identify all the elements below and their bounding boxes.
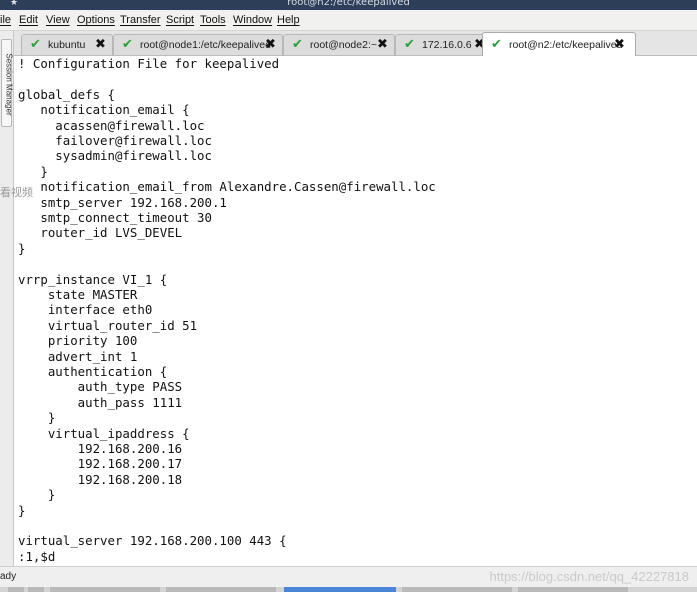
terminal-line: advert_int 1 (18, 348, 138, 364)
tab-node1[interactable]: ✔ root@node1:/etc/keepalived ✖ (113, 34, 283, 55)
menu-edit[interactable]: Edit (19, 14, 38, 26)
connected-check-icon: ✔ (491, 36, 502, 51)
terminal-line: 192.168.200.17 (18, 456, 183, 472)
tab-kubuntu[interactable]: ✔ kubuntu ✖ (21, 34, 113, 55)
session-manager-tab[interactable]: Session Manager (1, 39, 14, 127)
tab-label: root@node1:/etc/keepalived (140, 39, 271, 51)
terminal-line: } (18, 502, 26, 518)
terminal-line: sysadmin@firewall.loc (18, 148, 212, 164)
terminal-line: notification_email_from Alexandre.Cassen… (18, 179, 436, 195)
session-manager-label: Session Manager (4, 53, 14, 116)
tab-label: 172.16.0.6 (422, 39, 472, 51)
taskbar-item[interactable] (8, 587, 24, 592)
terminal-line: vrrp_instance VI_1 { (18, 271, 168, 287)
terminal-line: notification_email { (18, 102, 190, 118)
terminal-line: state MASTER (18, 287, 138, 302)
taskbar-item[interactable] (166, 587, 276, 592)
watermark: https://blog.csdn.net/qq_42227818 (489, 569, 690, 584)
connected-check-icon: ✔ (122, 36, 133, 51)
tab-label: kubuntu (48, 39, 86, 51)
taskbar-item[interactable] (28, 587, 44, 592)
terminal-line: } (18, 240, 26, 256)
close-tab-icon[interactable]: ✖ (265, 36, 276, 52)
taskbar-item[interactable] (518, 587, 628, 592)
terminal-line: 192.168.200.16 (18, 441, 183, 456)
terminal-line: smtp_connect_timeout 30 (18, 210, 212, 225)
taskbar-item[interactable] (402, 587, 512, 592)
menu-help[interactable]: Help (277, 14, 300, 26)
menu-window[interactable]: Window (233, 14, 272, 26)
tab-n2-active[interactable]: ✔ root@n2:/etc/keepalived ✖ (482, 32, 636, 56)
tab-label: root@n2:/etc/keepalived (509, 39, 623, 51)
terminal-line: } (18, 410, 56, 426)
terminal-line: authentication { (18, 364, 168, 379)
terminal-line: :1,$d (18, 548, 56, 564)
terminal-line: ! Configuration File for keepalived (18, 56, 280, 71)
terminal-line: router_id LVS_DEVEL (18, 225, 183, 241)
close-tab-icon[interactable]: ✖ (377, 36, 388, 52)
tab-172-16-0-6[interactable]: ✔ 172.16.0.6 ✖ (395, 34, 492, 55)
terminal-line: interface eth0 (18, 302, 153, 318)
terminal-line: priority 100 (18, 333, 138, 349)
terminal-line: virtual_router_id 51 (18, 317, 198, 333)
terminal-line: smtp_server 192.168.200.1 (18, 194, 227, 210)
taskbar (0, 587, 697, 592)
terminal-line: virtual_server 192.168.200.100 443 { (18, 533, 287, 549)
window-title: root@n2:/etc/keepalived (287, 0, 410, 8)
connected-check-icon: ✔ (292, 36, 303, 51)
terminal-line: } (18, 487, 56, 503)
status-text: ady (0, 571, 17, 582)
menu-file[interactable]: ile (0, 14, 11, 26)
menu-bar: ile Edit View Options Transfer Script To… (0, 10, 697, 31)
menu-tools[interactable]: Tools (200, 14, 226, 26)
close-tab-icon[interactable]: ✖ (95, 36, 106, 52)
terminal-line: auth_pass 1111 (18, 394, 183, 410)
terminal-line: acassen@firewall.loc (18, 117, 205, 133)
menu-transfer[interactable]: Transfer (120, 14, 161, 26)
taskbar-item[interactable] (50, 587, 160, 592)
status-bar: ady https://blog.csdn.net/qq_42227818 (0, 566, 697, 587)
taskbar-item-active[interactable] (284, 587, 396, 592)
terminal-line: auth_type PASS (18, 379, 183, 395)
terminal-line: virtual_ipaddress { (18, 425, 190, 441)
window-titlebar: ★ root@n2:/etc/keepalived (0, 0, 697, 10)
connected-check-icon: ✔ (30, 36, 41, 51)
terminal-output[interactable]: ! Configuration File for keepalived globa… (15, 56, 697, 567)
connected-check-icon: ✔ (404, 36, 415, 51)
terminal-line: } (18, 163, 48, 179)
terminal-line: global_defs { (18, 86, 115, 102)
menu-view[interactable]: View (46, 14, 70, 26)
close-tab-icon[interactable]: ✖ (614, 36, 625, 52)
tab-label: root@node2:~ (310, 39, 377, 51)
terminal-line: 192.168.200.18 (18, 471, 183, 487)
menu-script[interactable]: Script (166, 14, 194, 26)
terminal-line: failover@firewall.loc (18, 133, 212, 148)
menu-options[interactable]: Options (77, 14, 115, 26)
session-manager-sidebar: Session Manager (0, 31, 14, 566)
tab-node2[interactable]: ✔ root@node2:~ ✖ (283, 34, 395, 55)
tab-bar: ✔ kubuntu ✖ ✔ root@node1:/etc/keepalived… (14, 31, 697, 56)
